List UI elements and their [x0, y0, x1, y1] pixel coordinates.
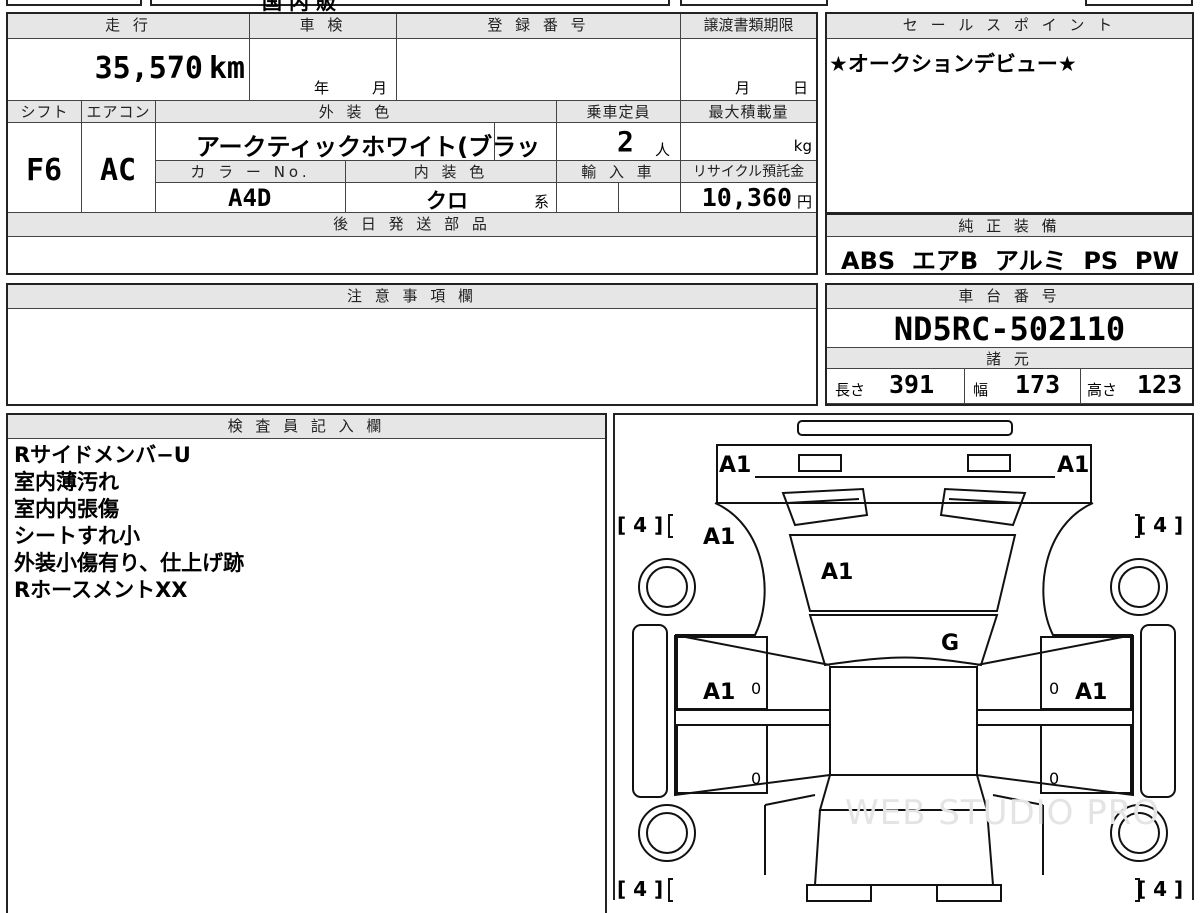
header-import: 輸 入 車: [557, 161, 681, 183]
exterior-color-cell: アークティックホワイト(ブラッ: [156, 123, 540, 161]
shift-value: F6: [26, 153, 63, 188]
header-max-load: 最大積載量: [681, 101, 816, 123]
spec-length-label: 長さ: [835, 381, 866, 399]
spec-width-value: 173: [1015, 370, 1061, 399]
inspector-header: 検 査 員 記 入 欄: [8, 415, 605, 439]
equipment-box: 純 正 装 備 ABS エアB アルミ PS PW: [825, 213, 1194, 275]
inspector-line: 外装小傷有り、仕上げ跡: [14, 551, 245, 575]
color-no-value: A4D: [228, 184, 272, 212]
sales-point-text: ★オークションデビュー★: [829, 52, 1077, 76]
capacity-value: 2: [617, 125, 634, 158]
color-no-cell: A4D: [156, 183, 346, 213]
aircon-value: AC: [100, 153, 137, 188]
interior-color-cell: クロ 系: [346, 183, 557, 213]
recycle-fee-unit: 円: [796, 193, 812, 211]
tire-front-right: [ 4 ]: [1137, 513, 1184, 537]
tire-rear-left: [ 4 ]: [617, 877, 664, 901]
watermark: WEB STUDIO PRO: [845, 793, 1161, 833]
import-cell-a: [557, 183, 619, 213]
top-strip: 国 内 販: [0, 0, 1200, 14]
notes-header: 注 意 事 項 欄: [8, 285, 816, 309]
vehicle-info-table: 走 行 車 検 登 録 番 号 譲渡書類期限 35,570 km 年 月 月 日…: [6, 12, 818, 275]
exterior-color-extra-cell: [495, 123, 557, 161]
recycle-fee-value: 10,360: [701, 183, 792, 212]
aircon-cell: AC: [82, 123, 156, 213]
spec-width-cell: 幅 173: [965, 369, 1081, 404]
transfer-month-label: 月: [735, 79, 751, 97]
mark-right-rear-zero: 0: [1049, 769, 1060, 788]
tire-front-left: [ 4 ]: [617, 513, 664, 537]
header-recycle-fee: リサイクル預託金: [681, 161, 816, 183]
header-registration: 登 録 番 号: [397, 14, 681, 39]
inspector-lines: Rサイドメンバ−U 室内薄汚れ 室内内張傷 シートすれ小 外装小傷有り、仕上げ跡…: [14, 442, 244, 604]
inspector-line: Rサイドメンバ−U: [14, 443, 191, 467]
spec-length-value: 391: [889, 370, 935, 399]
mark-right-door: A1: [1075, 680, 1108, 705]
chassis-box: 車 台 番 号 ND5RC-502110 諸 元 長さ 391 幅 173 高さ…: [825, 283, 1194, 406]
header-interior-color: 内 装 色: [346, 161, 557, 183]
inspector-line: シートすれ小: [14, 524, 140, 548]
capacity-unit: 人: [655, 141, 671, 159]
header-transfer-deadline: 譲渡書類期限: [681, 14, 816, 39]
mark-right-door-zero: 0: [1049, 679, 1060, 698]
import-cell-b: [619, 183, 681, 213]
recycle-fee-cell: 10,360 円: [681, 183, 816, 213]
registration-cell: [397, 39, 681, 101]
mark-left-door-zero: 0: [751, 679, 762, 698]
equipment-header: 純 正 装 備: [827, 215, 1192, 237]
header-later-parts: 後 日 発 送 部 品: [8, 213, 816, 237]
max-load-cell: kg: [681, 123, 816, 161]
inspection-month-label: 月: [372, 79, 388, 97]
mark-left-fender: A1: [703, 525, 736, 550]
capacity-cell: 2 人: [557, 123, 681, 161]
spec-height-label: 高さ: [1087, 381, 1118, 399]
sales-point-box: セ ー ル ス ポ イ ン ト ★オークションデビュー★: [825, 12, 1194, 214]
header-shift: シフト: [8, 101, 82, 123]
max-load-unit: kg: [793, 137, 812, 155]
mark-windshield: G: [941, 631, 960, 656]
mark-hood: A1: [821, 560, 854, 585]
chassis-header: 車 台 番 号: [827, 285, 1192, 309]
spec-height-cell: 高さ 123: [1081, 369, 1192, 404]
exterior-color-value: アークティックホワイト(ブラッ: [196, 133, 541, 161]
inspection-year-label: 年: [314, 79, 330, 97]
inspector-line: 室内薄汚れ: [14, 470, 119, 494]
transfer-deadline-cell: 月 日: [681, 39, 816, 101]
interior-color-value: クロ: [426, 189, 468, 213]
inspector-box: 検 査 員 記 入 欄 Rサイドメンバ−U 室内薄汚れ 室内内張傷 シートすれ小…: [6, 413, 607, 913]
header-inspection: 車 検: [250, 14, 397, 39]
mark-left-door: A1: [703, 680, 736, 705]
inspector-line: RホースメントXX: [14, 578, 188, 602]
transfer-day-label: 日: [793, 79, 809, 97]
notes-box: 注 意 事 項 欄: [6, 283, 818, 406]
mileage-unit: km: [208, 51, 245, 86]
mileage-value: 35,570: [94, 51, 203, 86]
spec-width-label: 幅: [973, 381, 989, 399]
shift-cell: F6: [8, 123, 82, 213]
header-exterior-color: 外 装 色: [156, 101, 557, 123]
header-capacity: 乗車定員: [557, 101, 681, 123]
later-parts-cell: [8, 237, 816, 273]
mark-left-rear-zero: 0: [751, 769, 762, 788]
tire-rear-right: [ 4 ]: [1137, 877, 1184, 901]
inspector-line: 室内内張傷: [14, 497, 119, 521]
header-mileage: 走 行: [8, 14, 250, 39]
mileage-cell: 35,570 km: [8, 39, 250, 101]
equipment-text: ABS エアB アルミ PS PW: [841, 247, 1179, 275]
chassis-number: ND5RC-502110: [893, 310, 1126, 348]
mark-front-right: A1: [1057, 453, 1090, 478]
header-color-no: カ ラ ー No.: [156, 161, 346, 183]
sales-point-header: セ ー ル ス ポ イ ン ト: [827, 14, 1192, 39]
interior-color-suffix: 系: [534, 193, 550, 211]
specs-header: 諸 元: [827, 347, 1192, 369]
spec-height-value: 123: [1137, 370, 1183, 399]
inspection-cell: 年 月: [250, 39, 397, 101]
spec-length-cell: 長さ 391: [827, 369, 965, 404]
car-diagram-panel: A1 A1 A1 A1 G A1 A1 0 0 0 0 [ 4 ] [ 4 ] …: [613, 413, 1194, 902]
mark-front-left: A1: [719, 453, 752, 478]
header-aircon: エアコン: [82, 101, 156, 123]
